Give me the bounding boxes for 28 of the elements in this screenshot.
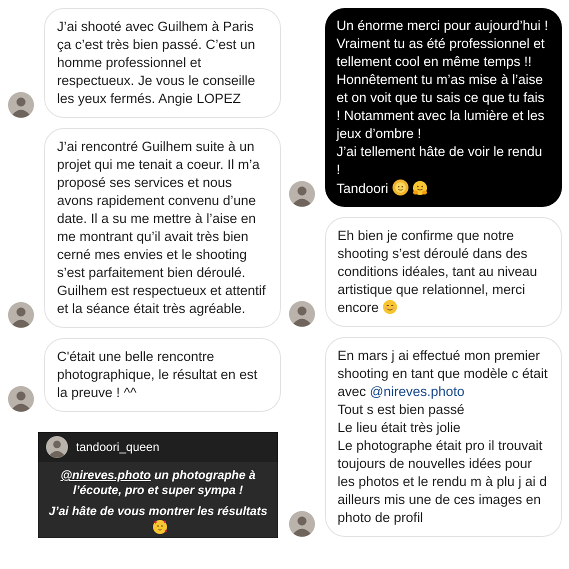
message-text: J’ai tellement hâte de voir le rendu ! xyxy=(336,143,544,179)
avatar-icon xyxy=(288,301,314,327)
mention-link[interactable]: @nireves.photo xyxy=(370,384,465,399)
message-text: C'était une belle rencontre photographique, le résultat en est la preuve ! ^^ xyxy=(57,348,258,402)
avatar-icon xyxy=(8,92,34,118)
story-text: J’ai hâte de vous montrer les résultats xyxy=(48,504,268,536)
avatar-icon xyxy=(46,436,68,458)
message-text: J’ai rencontré Guilhem suite à un projet qui me tenait a coeur. Il m’a proposé ses services et nous avons rapidement convenu d’une date. Il a su me mettre à l’aise en me montrant qu’il avait très bien cerné mes envies et le shooting s’est parfaitement bien déroulé. Guilhem est respectueux et attentif et la séance était très agréable. xyxy=(57,138,267,318)
message-text: Tandoori xyxy=(336,179,550,198)
face-with-hearts-emoji-icon xyxy=(152,519,168,535)
message-text: Un énorme merci pour aujourd’hui ! xyxy=(336,17,550,35)
story-text: @nireves.photo un photographe à l’écoute, pro et super sympa ! xyxy=(59,468,257,498)
message-text: J’ai shooté avec Guilhem à Paris ça c’est très bien passé. C’est un homme professionnel et respectueux. Je vous le conseille les yeux fermés. Angie LOPEZ xyxy=(57,18,256,108)
sun-emoji-icon xyxy=(392,179,410,196)
message-text: Le photographe était pro il trouvait toujours de nouvelles idées pour les photos et le rendu m à plu j ai d ailleurs mis une de ces images en photo de profil xyxy=(338,437,548,527)
avatar-icon xyxy=(8,302,34,328)
avatar-icon xyxy=(288,511,314,537)
avatar-icon xyxy=(8,386,34,412)
message-text: Le lieu était très jolie xyxy=(338,419,462,437)
username: tandoori_queen xyxy=(76,439,160,456)
message-text: Eh bien je confirme que notre shooting s’est déroulé dans des conditions idéales, tant au niveau artistique que relationnel, merci encore xyxy=(338,227,538,317)
avatar-icon xyxy=(288,181,314,207)
message-text: Vraiment tu as été professionnel et tellement cool en même temps !! Honnêtement tu m’as mise à l’aise et on voit que tu sais ce que tu fais ! Notamment avec la lumière et les jeux d’ombre ! xyxy=(336,35,546,143)
message-text: En mars j ai effectué mon premier shooting en tant que modèle c était avec @nireves.photo xyxy=(338,347,548,401)
smiling-emoji-icon xyxy=(382,299,398,315)
hugging-emoji-icon xyxy=(412,180,428,196)
mention-link[interactable]: @nireves.photo xyxy=(60,468,151,482)
message-text: Tout s est bien passé xyxy=(338,401,466,419)
